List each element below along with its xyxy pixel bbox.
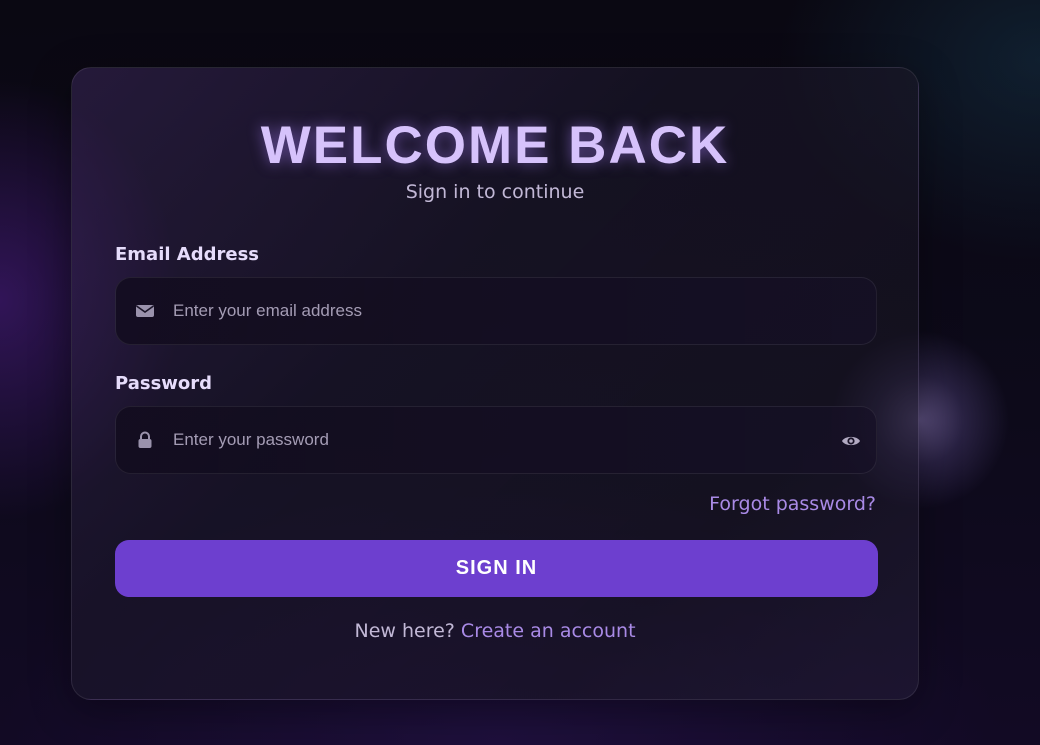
forgot-password-link[interactable]: Forgot password?	[709, 493, 876, 515]
eye-icon[interactable]	[841, 431, 861, 451]
envelope-icon	[136, 305, 154, 317]
sign-in-button[interactable]: SIGN IN	[115, 540, 878, 597]
signup-prompt: New here? Create an account	[72, 620, 918, 642]
password-input[interactable]	[173, 407, 813, 473]
email-label: Email Address	[115, 244, 260, 265]
password-label: Password	[115, 373, 213, 394]
password-field	[115, 406, 877, 474]
page-subtitle: Sign in to continue	[405, 181, 585, 203]
email-input[interactable]	[173, 278, 813, 344]
login-card: WELCOME BACK Sign in to continue Email A…	[71, 67, 919, 700]
email-field	[115, 277, 877, 345]
page-title: WELCOME BACK	[260, 116, 730, 175]
lock-icon	[138, 431, 152, 448]
create-account-link[interactable]: Create an account	[461, 620, 636, 642]
signup-prompt-text: New here?	[354, 620, 455, 642]
